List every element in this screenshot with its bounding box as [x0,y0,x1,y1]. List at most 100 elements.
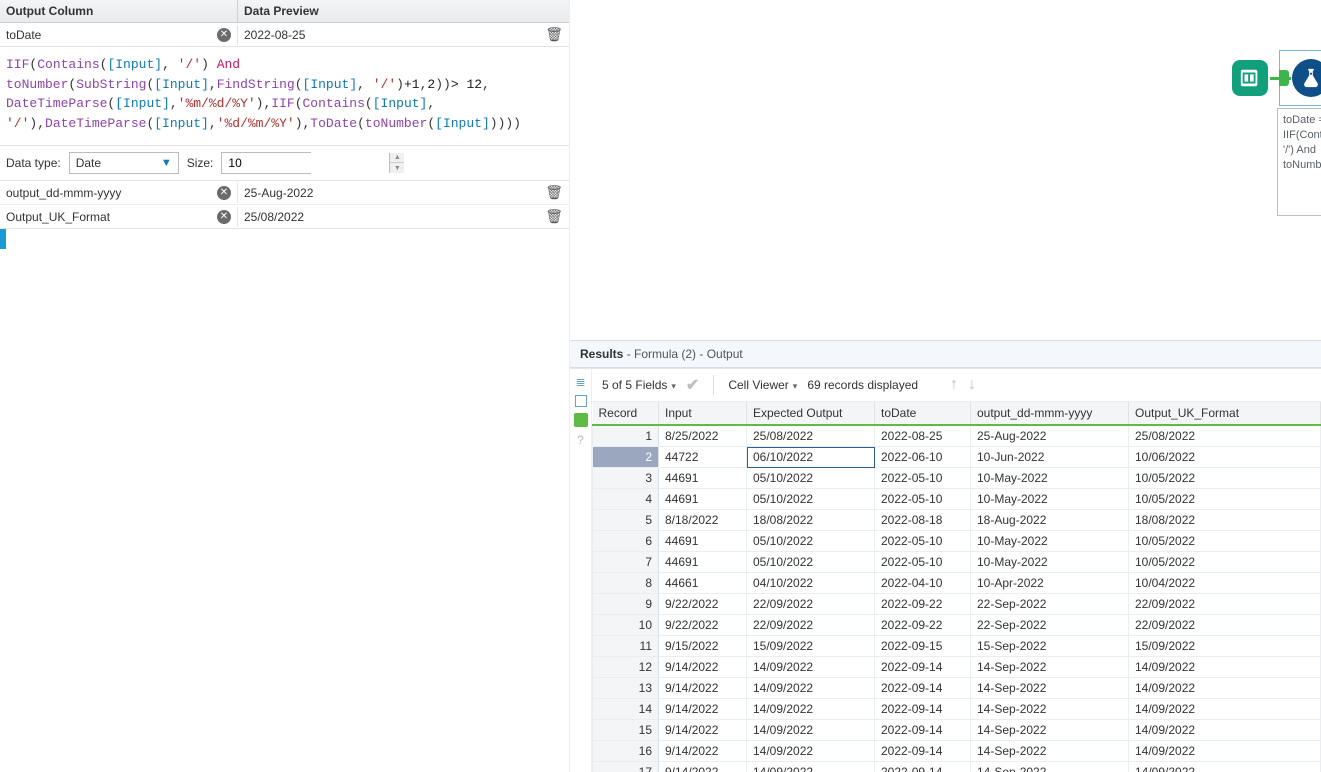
delete-field-icon[interactable]: 🗑 [545,208,563,225]
data-cell[interactable]: 44722 [659,447,747,468]
data-cell[interactable]: 18/08/2022 [747,510,875,531]
next-page-icon[interactable]: ↓ [968,376,976,394]
input-anchor[interactable] [1279,70,1289,86]
data-cell[interactable]: 44661 [659,573,747,594]
record-number-cell[interactable]: 6 [593,531,659,552]
data-cell[interactable]: 05/10/2022 [747,468,875,489]
data-cell[interactable]: 06/10/2022 [747,447,875,468]
data-cell[interactable]: 2022-09-14 [875,741,971,762]
column-view-icon[interactable] [575,395,587,407]
data-cell[interactable]: 14/09/2022 [747,657,875,678]
table-row[interactable]: 18/25/202225/08/20222022-08-2525-Aug-202… [593,425,1321,447]
table-row[interactable]: 34469105/10/20222022-05-1010-May-202210/… [593,468,1321,489]
data-cell[interactable]: 14-Sep-2022 [971,741,1129,762]
record-number-cell[interactable]: 4 [593,489,659,510]
data-cell[interactable]: 25/08/2022 [747,425,875,447]
field-row[interactable]: output_dd-mmm-yyyy✕25-Aug-2022🗑 [0,181,569,204]
delete-field-icon[interactable]: 🗑 [545,184,563,201]
data-cell[interactable]: 2022-05-10 [875,468,971,489]
record-number-cell[interactable]: 3 [593,468,659,489]
data-cell[interactable]: 2022-04-10 [875,573,971,594]
table-row[interactable]: 64469105/10/20222022-05-1010-May-202210/… [593,531,1321,552]
data-cell[interactable]: 10-May-2022 [971,489,1129,510]
data-cell[interactable]: 22/09/2022 [747,594,875,615]
size-down-icon[interactable]: ▼ [390,163,404,173]
data-cell[interactable]: 14/09/2022 [1129,741,1321,762]
data-cell[interactable]: 14-Sep-2022 [971,678,1129,699]
clear-output-name-icon[interactable]: ✕ [217,186,231,200]
data-cell[interactable]: 2022-08-18 [875,510,971,531]
data-cell[interactable]: 10/05/2022 [1129,552,1321,573]
data-cell[interactable]: 22/09/2022 [747,615,875,636]
data-cell[interactable]: 14-Sep-2022 [971,699,1129,720]
record-number-cell[interactable]: 1 [593,425,659,447]
column-header[interactable]: toDate [875,402,971,425]
data-cell[interactable]: 2022-09-22 [875,615,971,636]
data-cell[interactable]: 2022-05-10 [875,489,971,510]
data-cell[interactable]: 10-Jun-2022 [971,447,1129,468]
data-cell[interactable]: 05/10/2022 [747,552,875,573]
data-cell[interactable]: 15-Sep-2022 [971,636,1129,657]
data-cell[interactable]: 9/14/2022 [659,720,747,741]
data-cell[interactable]: 2022-06-10 [875,447,971,468]
apply-check-icon[interactable]: ✔ [686,375,699,395]
table-row[interactable]: 149/14/202214/09/20222022-09-1414-Sep-20… [593,699,1321,720]
data-cell[interactable]: 18-Aug-2022 [971,510,1129,531]
table-row[interactable]: 58/18/202218/08/20222022-08-1818-Aug-202… [593,510,1321,531]
table-row[interactable]: 109/22/202222/09/20222022-09-2222-Sep-20… [593,615,1321,636]
table-row[interactable]: 159/14/202214/09/20222022-09-1414-Sep-20… [593,720,1321,741]
prev-page-icon[interactable]: ↑ [950,376,958,394]
table-row[interactable]: 139/14/202214/09/20222022-09-1414-Sep-20… [593,678,1321,699]
data-cell[interactable]: 8/25/2022 [659,425,747,447]
data-cell[interactable]: 9/15/2022 [659,636,747,657]
data-cell[interactable]: 44691 [659,489,747,510]
data-cell[interactable]: 10/05/2022 [1129,489,1321,510]
workflow-canvas[interactable]: toDate = IIF(Contains([Input], '/') And … [570,0,1321,340]
record-number-cell[interactable]: 8 [593,573,659,594]
table-row[interactable]: 99/22/202222/09/20222022-09-2222-Sep-202… [593,594,1321,615]
record-number-cell[interactable]: 15 [593,720,659,741]
data-cell[interactable]: 22/09/2022 [1129,594,1321,615]
table-row[interactable]: 169/14/202214/09/20222022-09-1414-Sep-20… [593,741,1321,762]
input-tool-node[interactable] [1232,60,1268,96]
data-cell[interactable]: 2022-05-10 [875,552,971,573]
record-number-cell[interactable]: 16 [593,741,659,762]
data-cell[interactable]: 10-May-2022 [971,468,1129,489]
clear-output-name-icon[interactable]: ✕ [217,210,231,224]
formula-tool-node[interactable] [1279,50,1321,106]
data-cell[interactable]: 14/09/2022 [1129,678,1321,699]
data-cell[interactable]: 8/18/2022 [659,510,747,531]
data-cell[interactable]: 15/09/2022 [1129,636,1321,657]
size-up-icon[interactable]: ▲ [390,153,404,163]
data-cell[interactable]: 14-Sep-2022 [971,657,1129,678]
data-cell[interactable]: 44691 [659,468,747,489]
data-cell[interactable]: 14/09/2022 [747,678,875,699]
data-cell[interactable]: 14/09/2022 [1129,720,1321,741]
data-cell[interactable]: 14/09/2022 [1129,699,1321,720]
data-cell[interactable]: 05/10/2022 [747,531,875,552]
datatype-select[interactable]: Date ▼ [69,152,179,174]
cell-viewer-dropdown[interactable]: Cell Viewer▾ [728,378,797,392]
record-number-cell[interactable]: 7 [593,552,659,573]
data-cell[interactable]: 18/08/2022 [1129,510,1321,531]
data-cell[interactable]: 2022-09-14 [875,699,971,720]
data-cell[interactable]: 10-Apr-2022 [971,573,1129,594]
data-cell[interactable]: 9/14/2022 [659,762,747,772]
data-cell[interactable]: 44691 [659,531,747,552]
field-count-dropdown[interactable]: 5 of 5 Fields▾ [602,378,676,392]
data-cell[interactable]: 2022-05-10 [875,531,971,552]
data-cell[interactable]: 10/06/2022 [1129,447,1321,468]
data-cell[interactable]: 22-Sep-2022 [971,615,1129,636]
table-row[interactable]: 74469105/10/20222022-05-1010-May-202210/… [593,552,1321,573]
data-cell[interactable]: 2022-09-14 [875,678,971,699]
record-number-cell[interactable]: 11 [593,636,659,657]
data-cell[interactable]: 22-Sep-2022 [971,594,1129,615]
data-cell[interactable]: 04/10/2022 [747,573,875,594]
data-cell[interactable]: 10/04/2022 [1129,573,1321,594]
data-cell[interactable]: 10/05/2022 [1129,531,1321,552]
table-row[interactable]: 119/15/202215/09/20222022-09-1515-Sep-20… [593,636,1321,657]
data-cell[interactable]: 15/09/2022 [747,636,875,657]
data-cell[interactable]: 10-May-2022 [971,552,1129,573]
record-number-cell[interactable]: 12 [593,657,659,678]
formula-editor[interactable]: IIF(Contains([Input], '/') And toNumber(… [0,46,569,146]
